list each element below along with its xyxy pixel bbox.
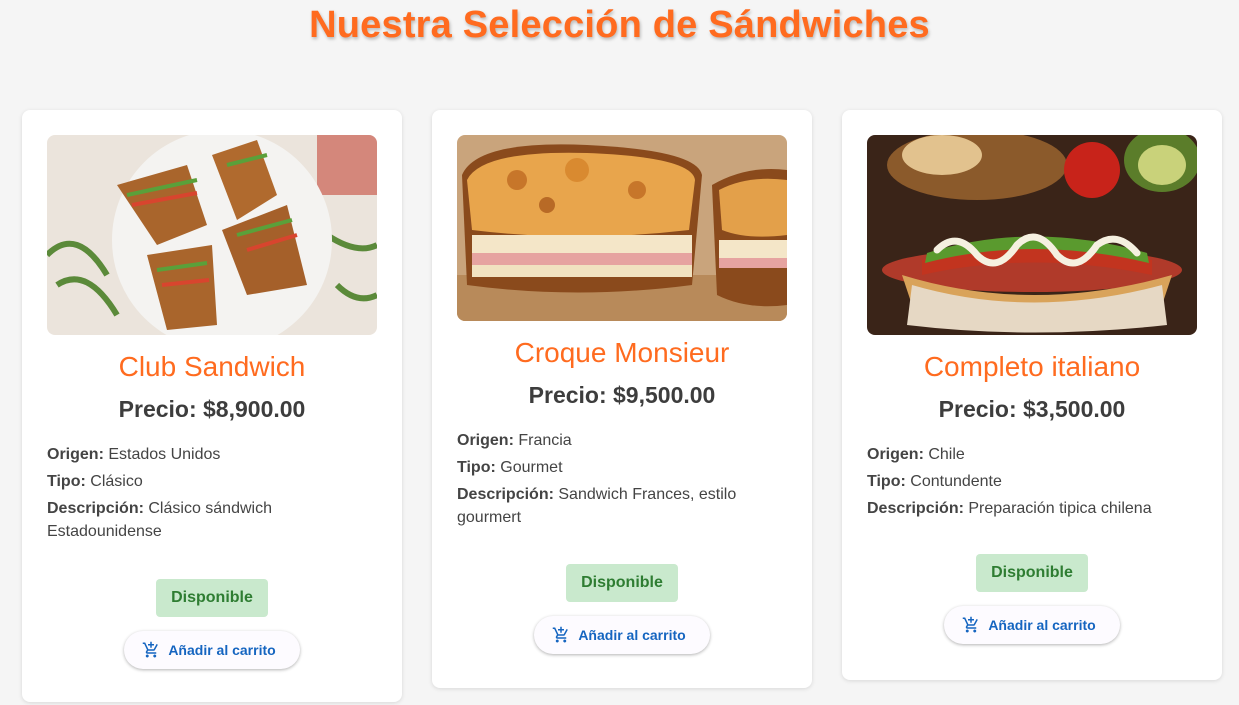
type-row: Tipo: Gourmet — [457, 456, 787, 479]
product-price: Precio: $8,900.00 — [118, 396, 306, 422]
club-sandwich-photo — [47, 135, 377, 335]
status-badge: Disponible — [976, 554, 1088, 592]
origin-row: Origen: Francia — [457, 429, 787, 452]
origin-value: Francia — [518, 432, 572, 449]
type-row: Tipo: Clásico — [47, 470, 377, 493]
description-row: Descripción: Clásico sándwich Estadounid… — [47, 497, 377, 543]
origin-value: Estados Unidos — [108, 446, 221, 463]
origin-value: Chile — [928, 446, 965, 463]
product-name: Croque Monsieur — [514, 337, 730, 368]
product-price: Precio: $3,500.00 — [938, 396, 1126, 422]
type-value: Gourmet — [500, 459, 563, 476]
add-shopping-cart-icon — [553, 626, 569, 643]
product-card-club-sandwich: Club Sandwich Precio: $8,900.00 Origen: … — [22, 110, 402, 702]
description-row: Descripción: Preparación tipica chilena — [867, 497, 1197, 520]
product-details: Origen: Francia Tipo: Gourmet Descripció… — [457, 429, 787, 529]
product-name: Club Sandwich — [118, 351, 306, 382]
product-details: Origen: Estados Unidos Tipo: Clásico Des… — [47, 443, 377, 543]
product-image — [457, 135, 787, 321]
product-details: Origen: Chile Tipo: Contundente Descripc… — [867, 443, 1197, 520]
description-label: Descripción: — [457, 486, 554, 503]
type-label: Tipo: — [47, 473, 86, 490]
description-label: Descripción: — [867, 500, 964, 517]
add-to-cart-button[interactable]: Añadir al carrito — [124, 631, 300, 669]
croque-monsieur-photo — [457, 135, 787, 321]
origin-label: Origen: — [47, 446, 104, 463]
completo-italiano-photo — [867, 135, 1197, 335]
add-to-cart-label: Añadir al carrito — [578, 627, 686, 643]
type-label: Tipo: — [457, 459, 496, 476]
add-shopping-cart-icon — [963, 616, 979, 633]
product-name: Completo italiano — [923, 351, 1141, 382]
type-row: Tipo: Contundente — [867, 470, 1197, 493]
status-badge: Disponible — [156, 579, 268, 617]
product-price: Precio: $9,500.00 — [528, 382, 716, 408]
description-value: Preparación tipica chilena — [968, 500, 1152, 517]
product-card-completo-italiano: Completo italiano Precio: $3,500.00 Orig… — [842, 110, 1222, 680]
description-row: Descripción: Sandwich Frances, estilo go… — [457, 483, 787, 529]
add-shopping-cart-icon — [143, 641, 159, 658]
product-image — [867, 135, 1197, 335]
add-to-cart-button[interactable]: Añadir al carrito — [534, 616, 710, 654]
add-to-cart-button[interactable]: Añadir al carrito — [944, 606, 1120, 644]
type-value: Contundente — [910, 473, 1002, 490]
add-to-cart-label: Añadir al carrito — [168, 642, 276, 658]
product-card-croque-monsieur: Croque Monsieur Precio: $9,500.00 Origen… — [432, 110, 812, 688]
origin-label: Origen: — [457, 432, 514, 449]
origin-row: Origen: Estados Unidos — [47, 443, 377, 466]
page-title: Nuestra Selección de Sándwiches — [309, 4, 930, 46]
type-label: Tipo: — [867, 473, 906, 490]
origin-row: Origen: Chile — [867, 443, 1197, 466]
product-image — [47, 135, 377, 335]
description-label: Descripción: — [47, 500, 144, 517]
add-to-cart-label: Añadir al carrito — [988, 617, 1096, 633]
origin-label: Origen: — [867, 446, 924, 463]
type-value: Clásico — [90, 473, 143, 490]
status-badge: Disponible — [566, 564, 678, 602]
